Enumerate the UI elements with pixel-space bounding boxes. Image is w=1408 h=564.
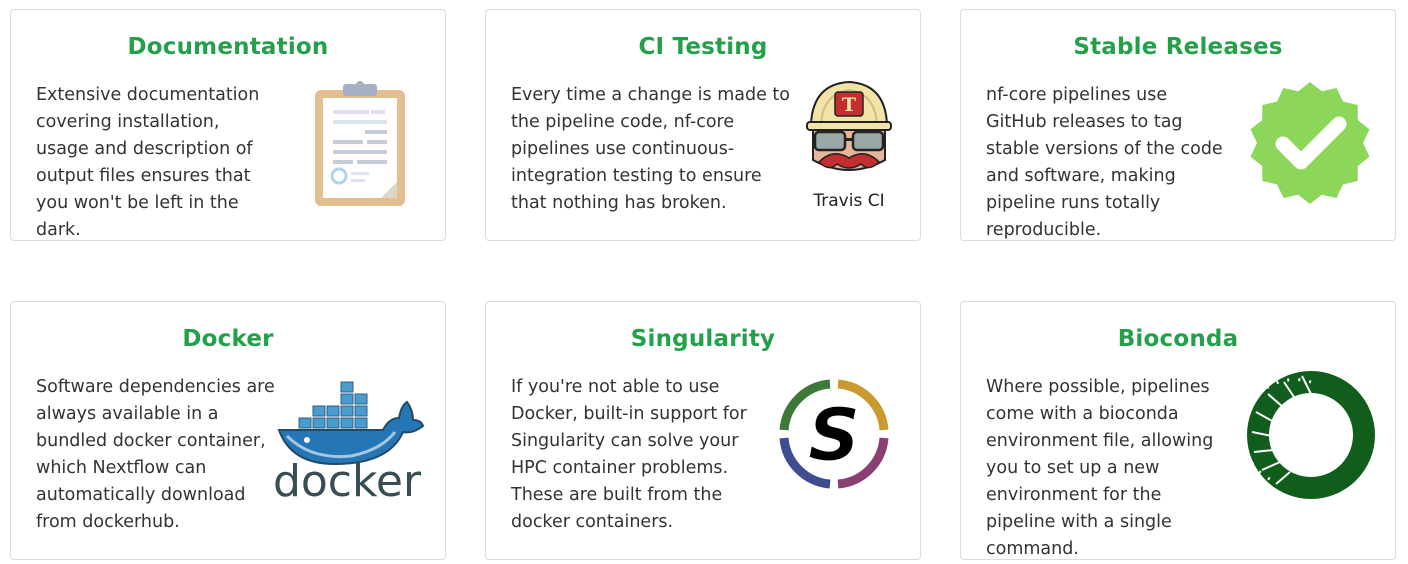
feature-card-documentation: Documentation Extensive documentation co… <box>10 9 446 241</box>
feature-title: CI Testing <box>638 34 768 60</box>
feature-description: nf-core pipelines use GitHub releases to… <box>986 85 1223 240</box>
feature-description: If you're not able to use Docker, built-… <box>511 377 747 532</box>
feature-description: Every time a change is made to the pipel… <box>511 85 790 213</box>
feature-card-singularity: Singularity If you're not able to use Do… <box>485 301 921 560</box>
feature-title: Docker <box>182 326 274 352</box>
clipboard-icon <box>315 81 405 206</box>
singularity-letter: S <box>808 393 860 477</box>
svg-text:T: T <box>842 94 856 116</box>
feature-description: Extensive documentation covering install… <box>36 85 260 240</box>
travis-ci-label: Travis CI <box>812 191 884 211</box>
feature-title: Documentation <box>127 34 329 60</box>
bioconda-logo <box>1246 371 1375 499</box>
feature-card-docker: Docker Software dependencies are always … <box>10 301 446 560</box>
docker-label: docker <box>273 456 422 500</box>
feature-description: Software dependencies are always availab… <box>36 377 275 532</box>
docker-logo: docker <box>273 381 425 500</box>
feature-card-ci-testing: CI Testing Every time a change is made t… <box>485 9 921 241</box>
travis-ci-logo: T Travis CI <box>806 80 892 211</box>
checkmark-badge-icon <box>1250 82 1370 204</box>
feature-title: Bioconda <box>1117 326 1239 352</box>
singularity-logo: S <box>779 379 889 489</box>
feature-title: Singularity <box>630 326 776 352</box>
feature-description: Where possible, pipelines come with a bi… <box>986 377 1214 559</box>
feature-card-stable-releases: Stable Releases nf-core pipelines use Gi… <box>960 9 1396 241</box>
feature-card-bioconda: Bioconda Where possible, pipelines come … <box>960 301 1396 560</box>
feature-title: Stable Releases <box>1073 34 1283 60</box>
